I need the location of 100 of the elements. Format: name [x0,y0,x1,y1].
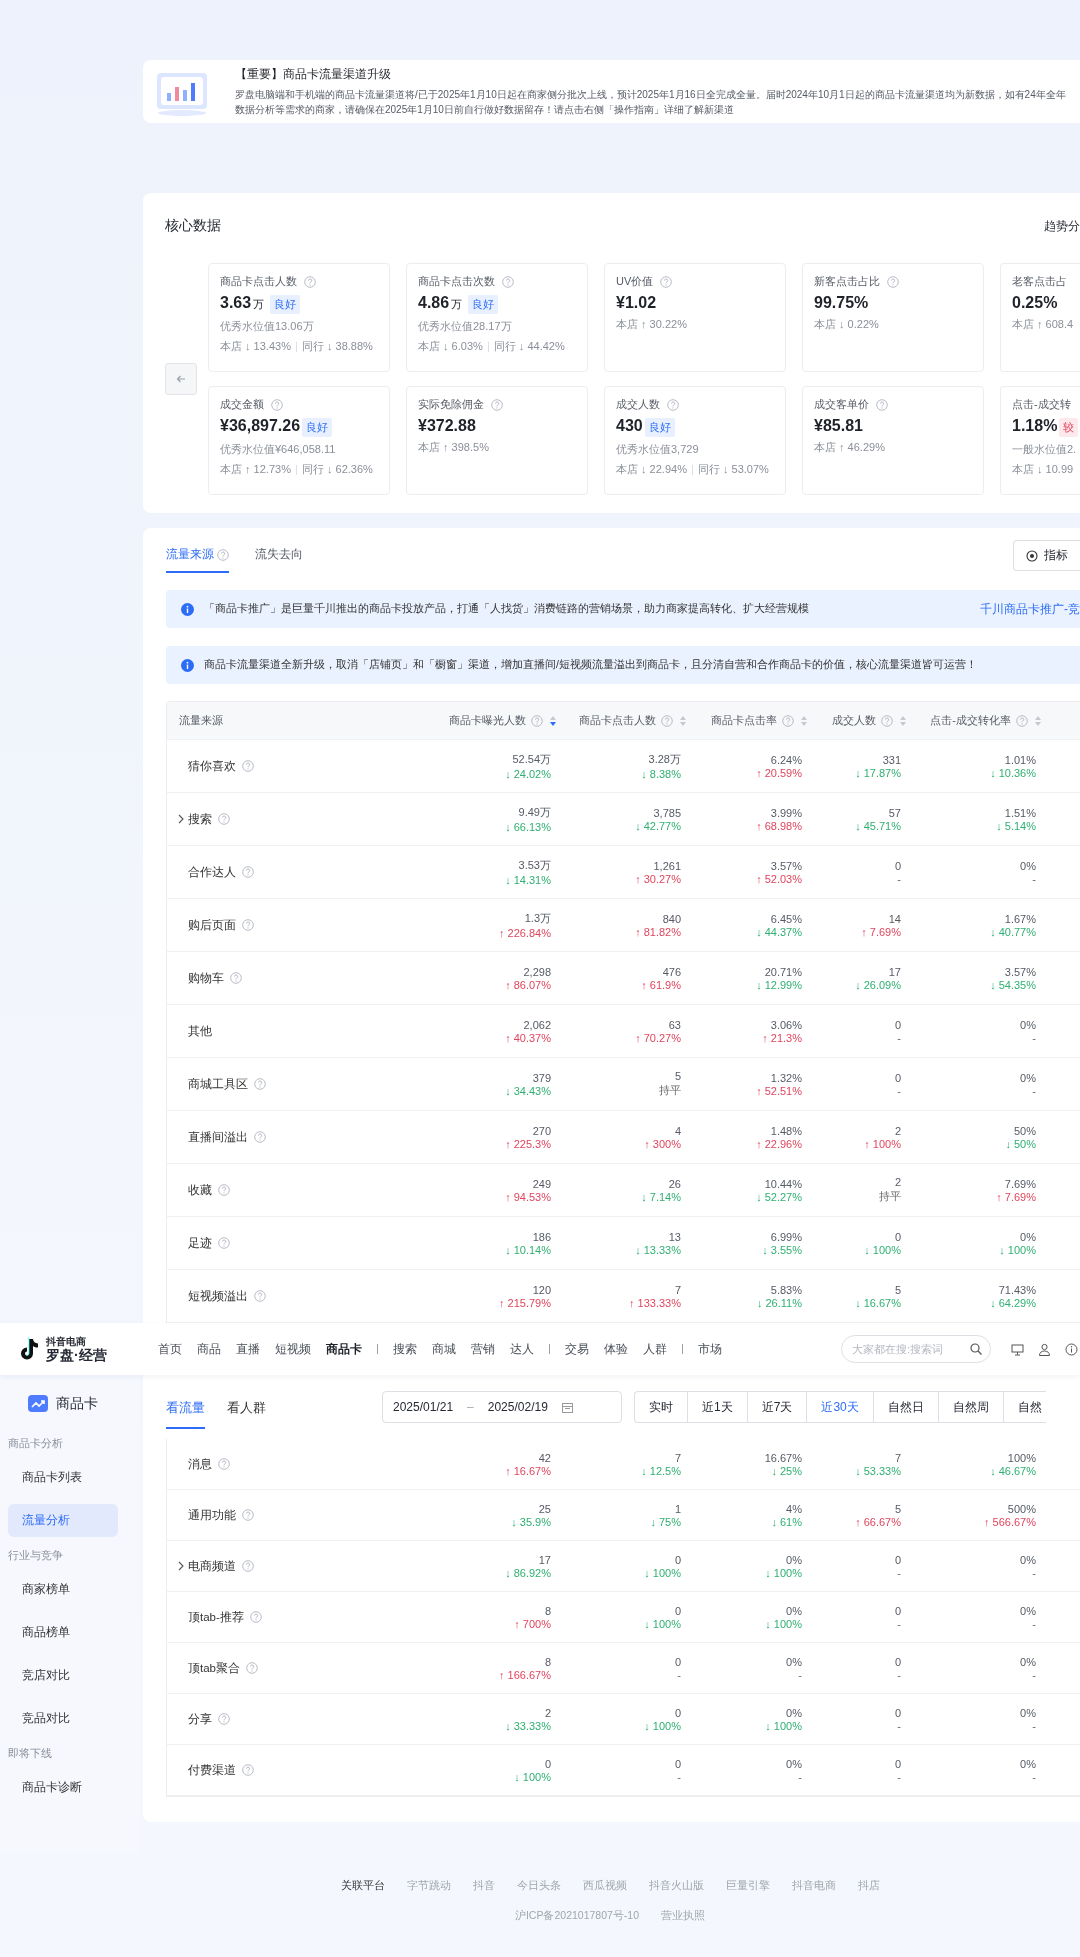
range-button[interactable]: 自然周 [938,1392,1004,1422]
nav-link[interactable]: 直播 [236,1340,260,1358]
nav-link[interactable]: 商品 [197,1340,221,1358]
table-cell: 26 [668,1177,681,1190]
metric-label: 老客点击占 [1012,274,1067,289]
table-cell: 17 [888,965,901,978]
table-cell: 0 [894,1230,901,1243]
table-cell: 0% [786,1655,802,1668]
metric-label: 商品卡点击次数 [418,274,495,289]
promo-link[interactable]: 千川商品卡推广-竞 [980,600,1080,618]
nav-link[interactable]: 商城 [432,1340,456,1358]
metrics-button[interactable]: 指标 [1013,540,1080,571]
change-value: ↓ 100% [644,1719,681,1732]
range-button[interactable]: 近30天 [807,1392,874,1422]
nav-link[interactable]: 市场 [698,1340,722,1358]
change-value: ↓ 50% [1005,1137,1036,1150]
table-cell: 0% [1020,1655,1036,1668]
expand-icon[interactable] [177,814,185,824]
nav-link[interactable]: 交易 [565,1340,589,1358]
metric-label: 点击-成交转 [1012,397,1071,412]
table-cell: 0 [544,1757,551,1770]
table-cell: 71.43% [998,1283,1036,1296]
metric-value: ¥372.88 [418,417,476,435]
change-value: ↓ 100% [644,1566,681,1579]
metric-value: 3.63 [220,294,252,312]
table-cell: 7 [674,1283,681,1296]
sidebar-item[interactable]: 商品卡诊断 [8,1771,118,1804]
change-value: - [897,1719,901,1732]
view-tab[interactable]: 看人群 [227,1385,266,1429]
change-value: ↓ 35.9% [511,1515,551,1528]
nav-link[interactable]: 体验 [604,1340,628,1358]
store-change: 本店 ↓ 13.43% [220,339,291,354]
nav-link[interactable]: 营销 [471,1340,495,1358]
change-value: ↓ 12.5% [641,1464,681,1477]
table-cell: 0 [894,1655,901,1668]
sidebar-group-label: 商品卡分析 [7,1436,64,1451]
nav-link[interactable]: 人群 [643,1340,667,1358]
section-tab[interactable]: 流量来源 [166,538,229,573]
nav-link[interactable]: 搜索 [393,1340,417,1358]
table-cell: 3,785 [653,806,681,819]
table-cell: 331 [882,753,901,766]
expand-icon[interactable] [177,1561,185,1571]
store-change: 本店 ↓ 22.94% [616,462,687,477]
range-button[interactable]: 自然日 [873,1392,939,1422]
range-button[interactable]: 实时 [635,1392,688,1422]
sidebar-item[interactable]: 竞品对比 [8,1702,118,1735]
table-cell: 100% [1007,1451,1036,1464]
metric-unit: 万 [253,297,265,312]
range-button[interactable]: 近1天 [688,1392,748,1422]
change-value: ↓ 40.77% [990,925,1036,938]
rating-badge: 良好 [644,418,675,437]
source-name: 通用功能 [188,1507,236,1523]
change-value: ↓ 61% [771,1515,802,1528]
table-cell: 7 [894,1451,901,1464]
nav-link[interactable]: 首页 [158,1340,182,1358]
column-header: 商品卡点击率 [711,713,777,728]
trend-analysis-link[interactable]: 趋势分 [1044,217,1080,235]
metric-label: 新客点击占比 [814,274,880,289]
table-cell: 0 [894,1553,901,1566]
nav-link[interactable]: 短视频 [275,1340,311,1358]
date-range-field[interactable]: 2025/01/21 – 2025/02/19 [382,1391,622,1423]
nav-link[interactable]: 商品卡 [326,1340,362,1358]
store-change: 本店 ↓ 6.03% [418,339,483,354]
table-cell: 0% [786,1553,802,1566]
sidebar-item[interactable]: 商家榜单 [8,1573,118,1606]
change-value: - [897,1617,901,1630]
sidebar-item[interactable]: 商品榜单 [8,1616,118,1649]
user-icon[interactable] [1038,1342,1051,1356]
metric-label: 实际免除佣金 [418,397,484,412]
change-value: - [897,1668,901,1681]
sidebar-item[interactable]: 流量分析 [8,1504,118,1537]
change-value: ↓ 42.77% [635,819,681,832]
table-cell: 7 [674,1451,681,1464]
change-value: ↓ 86.92% [505,1566,551,1579]
change-value: ↓ 52.27% [756,1190,802,1203]
source-name: 购物车 [188,970,224,986]
source-name: 顶tab聚合 [188,1660,240,1676]
table-cell: 2,062 [523,1018,551,1031]
search-field[interactable]: 大家都在搜:搜索词 [841,1335,991,1363]
change-value: ↑ 700% [514,1617,551,1630]
change-value: ↓ 14.31% [505,874,551,886]
sidebar-item[interactable]: 商品卡列表 [8,1461,118,1494]
change-value: ↑ 61.9% [641,978,681,991]
change-value: ↑ 86.07% [505,978,551,991]
change-value: ↓ 100% [864,1243,901,1256]
change-value: ↓ 100% [514,1770,551,1783]
change-value: ↑ 21.3% [762,1031,802,1044]
change-value: ↓ 13.33% [635,1243,681,1256]
range-button[interactable]: 自然 [1003,1392,1046,1422]
sidebar-item[interactable]: 竞店对比 [8,1659,118,1692]
section-tab[interactable]: 流失去向 [255,538,303,573]
change-value: ↓ 5.14% [996,819,1036,832]
range-button[interactable]: 近7天 [747,1392,808,1422]
nav-link[interactable]: 达人 [510,1340,534,1358]
change-value: - [897,1566,901,1579]
monitor-icon[interactable] [1011,1342,1024,1356]
trend-chart-icon [28,1394,50,1414]
info-icon[interactable] [1065,1342,1078,1356]
view-tab[interactable]: 看流量 [166,1385,205,1429]
table-cell: 0 [894,859,901,872]
